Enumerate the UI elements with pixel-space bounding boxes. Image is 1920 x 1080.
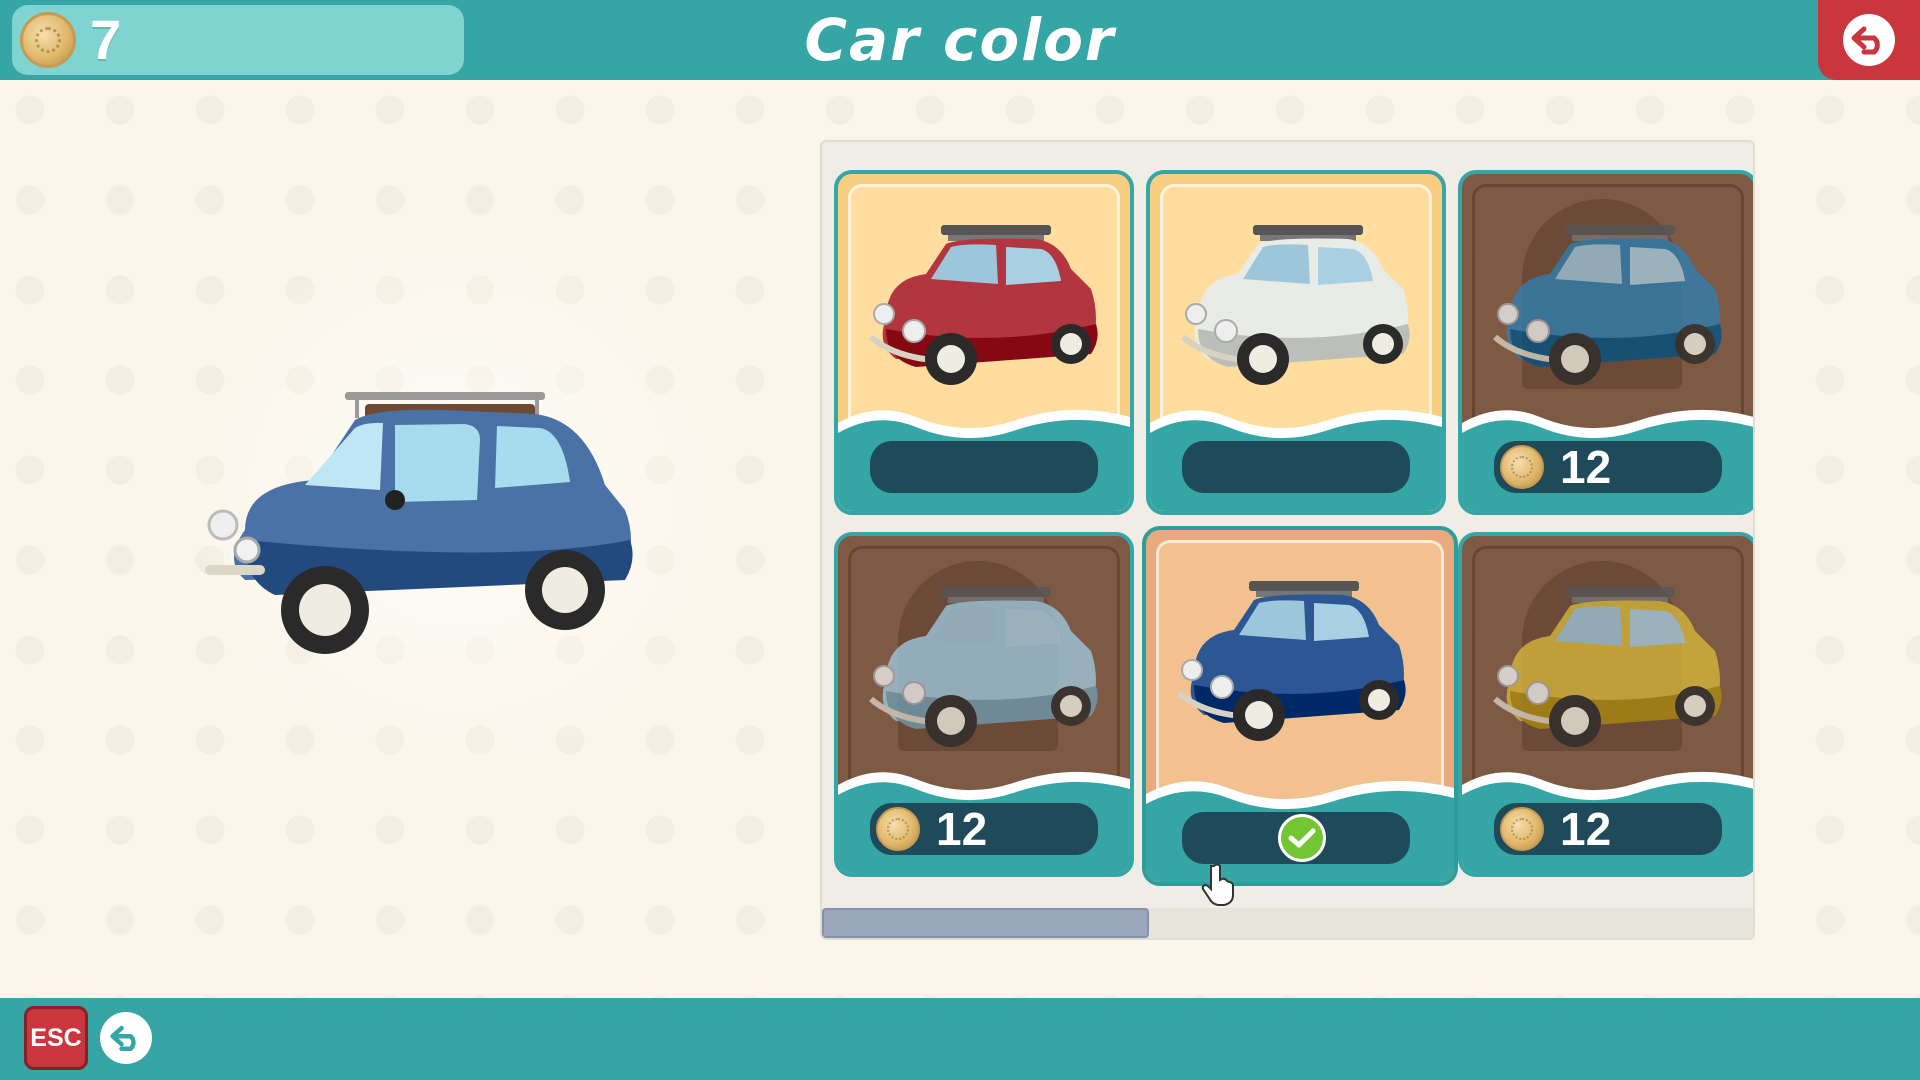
back-arrow-icon[interactable]: [100, 1012, 152, 1064]
coin-icon: [1500, 445, 1544, 489]
coin-icon: [1500, 807, 1544, 851]
car-color-card-3[interactable]: 12: [1458, 170, 1753, 515]
scrollbar-thumb[interactable]: [822, 908, 1149, 938]
price-label: 12: [1560, 441, 1612, 493]
coin-icon: [876, 807, 920, 851]
price-pill: 12: [1494, 441, 1722, 493]
back-arrow-icon: [1843, 14, 1895, 66]
empty-pill: [870, 441, 1098, 493]
hand-pointer-icon: [1201, 863, 1234, 906]
car-color-card-4[interactable]: 12: [834, 532, 1134, 877]
coin-icon: [20, 12, 76, 68]
bottom-bar: ESC: [0, 998, 1920, 1080]
car-thumbnail: [869, 587, 1098, 747]
car-color-card-5[interactable]: [1142, 526, 1458, 886]
car-thumbnail: [1493, 225, 1722, 385]
car-preview[interactable]: [195, 330, 765, 670]
checkmark-icon: [1278, 814, 1326, 862]
empty-pill: [1182, 441, 1410, 493]
coin-balance-panel: 7: [12, 5, 464, 75]
price-pill: 12: [870, 803, 1098, 855]
car-thumbnail: [1493, 587, 1722, 747]
car-thumbnail: [869, 225, 1098, 385]
car-thumbnail: [1177, 581, 1406, 741]
car-thumbnail: [1181, 225, 1410, 385]
esc-key[interactable]: ESC: [24, 1006, 88, 1070]
price-pill: 12: [1494, 803, 1722, 855]
top-bar: 7 Car color: [0, 0, 1920, 80]
back-button[interactable]: [1818, 0, 1920, 80]
car-color-card-6[interactable]: 12: [1458, 532, 1753, 877]
page-title: Car color: [804, 6, 1116, 74]
car-color-card-1[interactable]: [834, 170, 1134, 515]
coin-count: 7: [90, 8, 122, 71]
price-label: 12: [936, 803, 988, 855]
horizontal-scrollbar[interactable]: [822, 908, 1753, 938]
price-label: 12: [1560, 803, 1612, 855]
car-color-card-2[interactable]: [1146, 170, 1446, 515]
selected-pill: [1182, 812, 1410, 864]
car-color-grid: 12 12 12: [820, 140, 1755, 940]
